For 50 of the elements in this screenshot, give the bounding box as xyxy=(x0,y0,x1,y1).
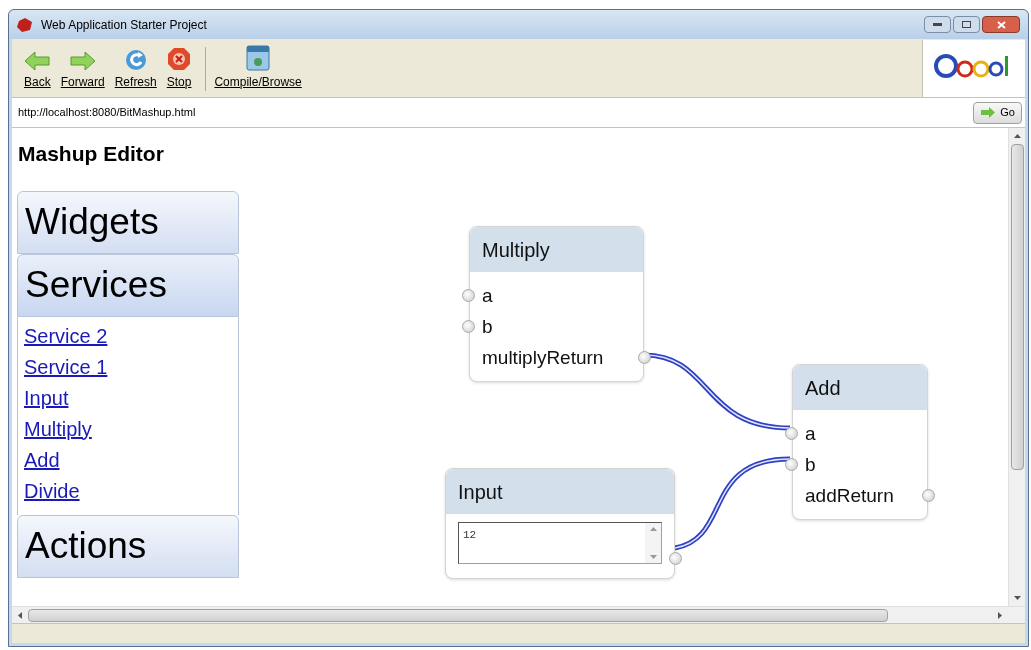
port-label: b xyxy=(482,317,493,336)
left-arrow-icon[interactable] xyxy=(18,611,22,619)
up-arrow-icon[interactable] xyxy=(1013,134,1021,138)
port-label: a xyxy=(482,286,493,305)
node-title: Add xyxy=(805,375,841,401)
port-label: addReturn xyxy=(805,486,894,505)
horizontal-scrollbar[interactable] xyxy=(12,606,1025,623)
stop-icon xyxy=(167,47,192,71)
port-label: b xyxy=(805,455,816,474)
accordion-header[interactable]: Services xyxy=(17,253,239,317)
page-heading: Mashup Editor xyxy=(18,142,164,165)
service-link[interactable]: Service 2 xyxy=(24,320,108,352)
number-input-field[interactable]: 12 xyxy=(458,522,662,564)
node-card[interactable]: Input 12 xyxy=(445,468,675,579)
port-label: a xyxy=(805,424,816,443)
right-arrow-icon[interactable] xyxy=(998,611,1002,619)
accordion-header[interactable]: Widgets xyxy=(17,190,239,254)
toolbar-button[interactable]: Refresh xyxy=(112,47,159,91)
go-button[interactable]: Go xyxy=(973,101,1022,124)
close-icon xyxy=(996,20,1006,29)
vertical-scrollbar[interactable] xyxy=(1008,128,1025,606)
service-link[interactable]: Divide xyxy=(24,475,80,507)
service-link[interactable]: Add xyxy=(24,444,60,476)
node-title: Multiply xyxy=(482,237,550,263)
accordion-header[interactable]: Actions xyxy=(17,514,239,578)
down-arrow-icon[interactable] xyxy=(1013,596,1021,600)
service-link[interactable]: Multiply xyxy=(24,413,92,445)
node-title: Input xyxy=(458,479,503,505)
node-card[interactable]: Add a b addReturn xyxy=(792,364,928,520)
minimize-icon xyxy=(933,23,942,26)
forward-arrow-icon xyxy=(69,51,96,71)
toolbar-button[interactable]: Forward xyxy=(58,51,107,91)
service-link[interactable]: Input xyxy=(24,382,69,414)
arrow-icon xyxy=(980,107,997,118)
service-link[interactable]: Service 1 xyxy=(24,351,108,383)
toolbar-button[interactable]: Stop xyxy=(164,47,194,91)
toolbar-button[interactable]: Compile/Browse xyxy=(212,45,304,91)
close-button[interactable] xyxy=(982,16,1020,33)
maximize-icon xyxy=(962,21,971,28)
toolbar-button[interactable]: Back xyxy=(22,51,53,91)
maximize-button[interactable] xyxy=(953,16,980,33)
scroll-thumb[interactable] xyxy=(1010,144,1024,470)
scroll-thumb[interactable] xyxy=(28,608,888,622)
back-arrow-icon xyxy=(24,51,51,71)
minimize-button[interactable] xyxy=(924,16,951,33)
refresh-icon xyxy=(124,47,147,71)
browser-window-icon xyxy=(246,45,271,71)
port-label: multiplyReturn xyxy=(482,348,604,367)
window-title: Web Application Starter Project xyxy=(41,16,208,34)
node-card[interactable]: Multiply a b multiplyReturn xyxy=(469,226,644,382)
